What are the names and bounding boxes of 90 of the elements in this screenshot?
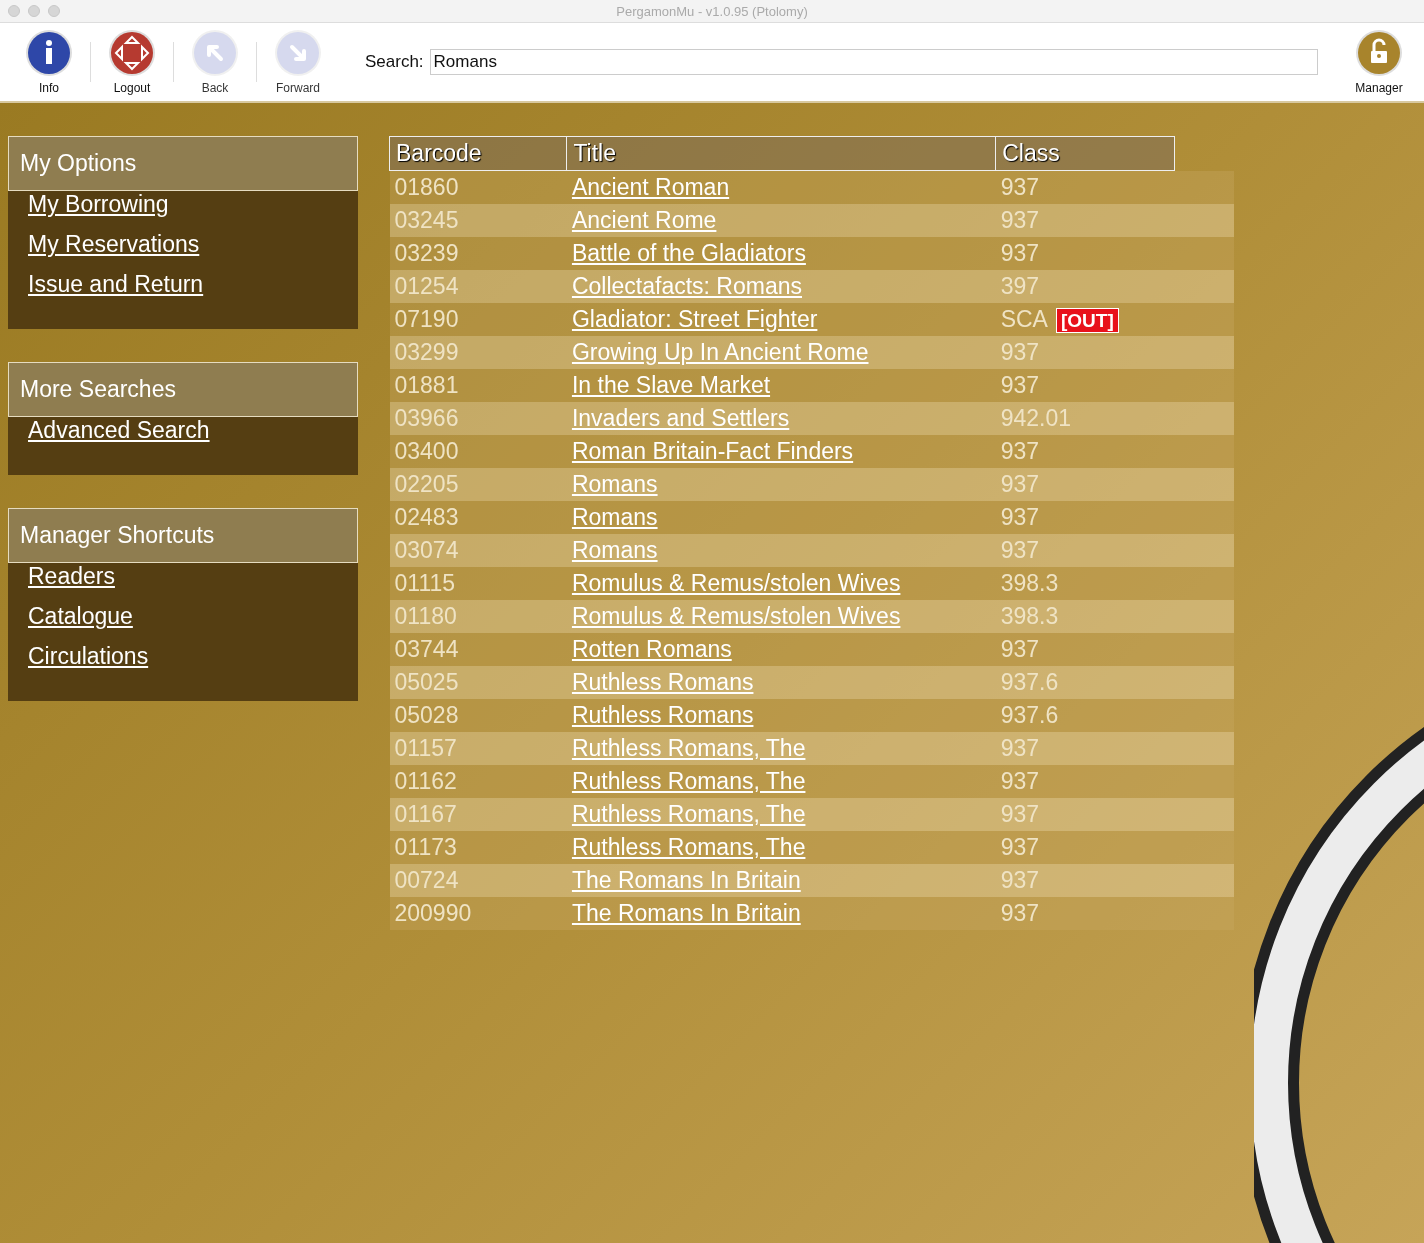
column-header: Barcode — [389, 136, 567, 171]
title-link[interactable]: The Romans In Britain — [571, 899, 801, 926]
barcode-cell: 200990 — [389, 896, 567, 930]
minimize-button[interactable] — [28, 5, 40, 17]
barcode-cell: 03245 — [389, 203, 567, 237]
barcode-cell: 01881 — [389, 368, 567, 402]
barcode-cell: 01162 — [389, 764, 567, 798]
panel-title: My Options — [8, 136, 358, 191]
class-text: 937 — [1000, 338, 1040, 365]
title-link[interactable]: Romans — [571, 503, 658, 530]
title-link[interactable]: Growing Up In Ancient Rome — [571, 338, 869, 365]
arrow-icon — [191, 29, 239, 77]
class-text: 937 — [1000, 239, 1040, 266]
title-link[interactable]: Ruthless Romans, The — [571, 800, 806, 827]
column-header: Class — [995, 136, 1175, 171]
class-text: 937 — [1000, 899, 1040, 926]
barcode-cell: 03744 — [389, 632, 567, 666]
barcode-cell: 03239 — [389, 236, 567, 270]
search-label: Search: — [365, 52, 424, 72]
title-link[interactable]: The Romans In Britain — [571, 866, 801, 893]
class-text: 937 — [1000, 503, 1040, 530]
title-link[interactable]: Ancient Roman — [571, 173, 730, 200]
title-link[interactable]: Ruthless Romans, The — [571, 734, 806, 761]
toolbar-button[interactable]: Info — [12, 29, 86, 95]
class-text: 937.6 — [1000, 701, 1059, 728]
info-icon — [25, 29, 73, 77]
barcode-cell: 07190 — [389, 302, 567, 336]
title-link[interactable]: Collectafacts: Romans — [571, 272, 802, 299]
title-link[interactable]: In the Slave Market — [571, 371, 771, 398]
barcode-cell: 01167 — [389, 797, 567, 831]
search-field[interactable]: Romans — [429, 49, 1318, 75]
title-link[interactable]: Ruthless Romans — [571, 701, 754, 728]
toolbar-button[interactable]: Manager — [1342, 29, 1416, 95]
class-text: 937 — [1000, 536, 1040, 563]
title-link[interactable]: Romans — [571, 470, 658, 497]
class-text: 937 — [1000, 173, 1040, 200]
barcode-cell: 01157 — [389, 731, 567, 765]
barcode-cell: 03299 — [389, 335, 567, 369]
title-link[interactable]: Romulus & Remus/stolen Wives — [571, 569, 901, 596]
barcode-cell: 01115 — [389, 566, 567, 600]
class-text: 937 — [1000, 833, 1040, 860]
title-link[interactable]: Ruthless Romans, The — [571, 767, 806, 794]
column-header: Title — [566, 136, 996, 171]
title-link[interactable]: Romulus & Remus/stolen Wives — [571, 602, 901, 629]
toolbar-button[interactable]: Logout — [95, 29, 169, 95]
class-text: 937 — [1000, 734, 1040, 761]
title-link[interactable]: Romans — [571, 536, 658, 563]
barcode-cell: 01860 — [389, 170, 567, 204]
title-link[interactable]: Rotten Romans — [571, 635, 732, 662]
status-badge: [OUT] — [1055, 307, 1119, 333]
barcode-cell: 05028 — [389, 698, 567, 732]
class-text: 937 — [1000, 470, 1040, 497]
barcode-cell: 01173 — [389, 830, 567, 864]
title-link[interactable]: Ancient Rome — [571, 206, 717, 233]
barcode-cell: 02483 — [389, 500, 567, 534]
class-text: 937 — [1000, 800, 1040, 827]
arrows-icon — [108, 29, 156, 77]
barcode-cell: 03400 — [389, 434, 567, 468]
class-text: SCA — [1000, 305, 1048, 332]
class-text: 937 — [1000, 371, 1040, 398]
panel-title: More Searches — [8, 362, 358, 417]
class-text: 937 — [1000, 767, 1040, 794]
window-title: PergamonMu - v1.0.95 (Ptolomy) — [615, 3, 809, 19]
title-link[interactable]: Invaders and Settlers — [571, 404, 790, 431]
class-text: 937 — [1000, 206, 1040, 233]
zoom-button[interactable] — [48, 5, 60, 17]
barcode-cell: 01254 — [389, 269, 567, 303]
barcode-cell: 03074 — [389, 533, 567, 567]
class-text: 937 — [1000, 635, 1040, 662]
panel-title: Manager Shortcuts — [8, 508, 358, 563]
class-text: 942.01 — [1000, 404, 1072, 431]
class-text: 937.6 — [1000, 668, 1059, 695]
title-link[interactable]: Battle of the Gladiators — [571, 239, 806, 266]
padlock-icon — [1355, 29, 1403, 77]
class-text: 937 — [1000, 866, 1040, 893]
title-link[interactable]: Ruthless Romans, The — [571, 833, 806, 860]
barcode-cell: 01180 — [389, 599, 567, 633]
barcode-cell: 00724 — [389, 863, 567, 897]
barcode-cell: 02205 — [389, 467, 567, 501]
class-text: 398.3 — [1000, 569, 1059, 596]
title-link[interactable]: Roman Britain-Fact Finders — [571, 437, 854, 464]
close-button[interactable] — [8, 5, 20, 17]
class-text: 397 — [1000, 272, 1040, 299]
barcode-cell: 05025 — [389, 665, 567, 699]
arrow-icon — [274, 29, 322, 77]
class-text: 398.3 — [1000, 602, 1059, 629]
title-link[interactable]: Gladiator: Street Fighter — [571, 305, 818, 332]
barcode-cell: 03966 — [389, 401, 567, 435]
title-link[interactable]: Ruthless Romans — [571, 668, 754, 695]
class-text: 937 — [1000, 437, 1040, 464]
